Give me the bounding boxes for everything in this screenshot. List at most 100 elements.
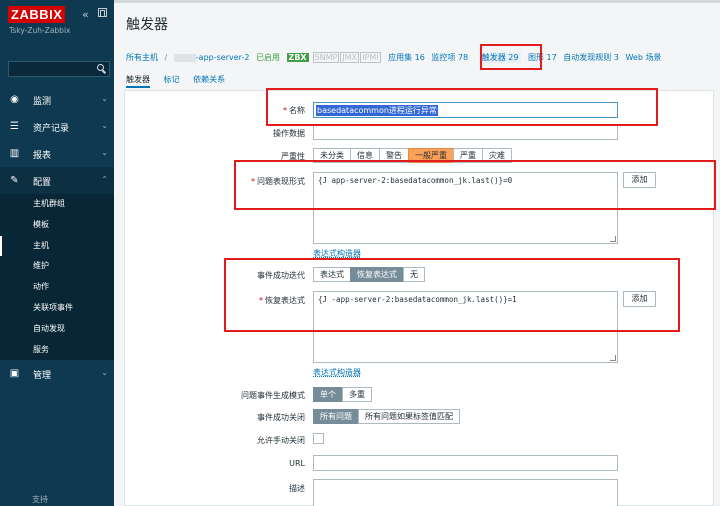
severity-warning[interactable]: 警告 — [379, 148, 409, 163]
sidebar-search-input[interactable] — [8, 61, 110, 77]
ok-event-generation-selector: 表达式 恢复表达式 无 — [313, 267, 425, 282]
tab-tags[interactable]: 标记 — [164, 75, 180, 84]
submenu-hosts[interactable]: 主机 — [0, 235, 114, 257]
severity-high[interactable]: 严重 — [453, 148, 483, 163]
trigger-form: * 名称 basedatacommon进程运行异常 操作数据 严重性 未分类 信息… — [124, 90, 714, 506]
redacted-host-prefix — [173, 53, 196, 62]
chevron-down-icon: ⌄ — [101, 94, 108, 103]
breadcrumb-all-hosts[interactable]: 所有主机 — [126, 53, 158, 62]
description-textarea[interactable] — [313, 479, 618, 506]
brand-row: ZABBIX « Tsky-Zuh-Zabbix — [0, 0, 114, 40]
eye-icon: ◉ — [10, 94, 19, 105]
ok-close-all-problems[interactable]: 所有问题 — [313, 409, 359, 424]
severity-label: 严重性 — [281, 152, 305, 161]
problem-expression-textarea[interactable]: {J app-server-2:basedatacommon_jk.last()… — [313, 172, 618, 244]
manual-close-checkbox[interactable] — [313, 433, 324, 444]
ok-event-expression[interactable]: 表达式 — [313, 267, 351, 282]
submenu-host-groups[interactable]: 主机群组 — [0, 194, 114, 215]
tab-triggers[interactable]: 触发器 29 — [478, 52, 522, 63]
menu-label: 资产记录 — [33, 124, 70, 134]
menu-administration[interactable]: ▣ 管理 ⌄ — [0, 360, 114, 387]
description-label: 描述 — [289, 484, 305, 493]
zabbix-logo[interactable]: ZABBIX — [8, 6, 66, 23]
manual-close-label: 允许手动关闭 — [257, 436, 305, 445]
url-label: URL — [289, 459, 305, 468]
severity-average[interactable]: 一般严重 — [408, 148, 454, 163]
severity-not-classified[interactable]: 未分类 — [313, 148, 351, 163]
tab-applications[interactable]: 应用集 16 — [388, 53, 425, 62]
chevron-down-icon: ⌄ — [101, 148, 108, 157]
problem-expression-label: * 问题表现形式 — [251, 177, 305, 186]
submenu-discovery[interactable]: 自动发现 — [0, 319, 114, 340]
add-recovery-expression-button[interactable]: 添加 — [623, 291, 656, 307]
search-icon[interactable] — [97, 64, 106, 73]
list-icon: ☰ — [10, 121, 19, 132]
problem-expression-text: {J app-server-2:basedatacommon_jk.last()… — [318, 176, 513, 185]
tab-dependencies[interactable]: 依赖关系 — [193, 75, 225, 84]
server-name: Tsky-Zuh-Zabbix — [9, 26, 71, 35]
expression-constructor-link[interactable]: 表达式构造器 — [313, 248, 361, 259]
snmp-availability-badge: SNMP — [312, 52, 340, 63]
breadcrumb-separator: / — [164, 53, 168, 62]
menu-label: 管理 — [33, 371, 52, 382]
severity-disaster[interactable]: 灾难 — [482, 148, 512, 163]
main-content: 触发器 所有主机 / -app-server-2 已启用 ZBX SNMP JMX I… — [114, 0, 720, 506]
main-menu: ◉ 监测 ⌄ ☰ 资产记录 ⌄ ▥ 报表 ⌄ ✎ 配置 ⌃ 主机群组 模板 主机… — [0, 86, 114, 387]
opdata-input[interactable] — [313, 124, 618, 140]
top-strip — [114, 0, 720, 3]
add-problem-expression-button[interactable]: 添加 — [623, 172, 656, 188]
opdata-label: 操作数据 — [273, 129, 305, 138]
menu-label: 配置 — [33, 178, 52, 188]
tab-graphs[interactable]: 图形 17 — [528, 53, 557, 62]
ipmi-availability-badge: IPMI — [360, 52, 381, 63]
zbx-availability-badge: ZBX — [286, 53, 309, 62]
jmx-availability-badge: JMX — [340, 52, 360, 63]
tab-trigger[interactable]: 触发器 — [126, 75, 150, 88]
tab-web-scenarios[interactable]: Web 场景 — [625, 53, 661, 62]
severity-information[interactable]: 信息 — [350, 148, 380, 163]
form-tabs: 触发器 标记 依赖关系 — [126, 74, 236, 88]
problem-generation-mode-label: 问题事件生成模式 — [241, 391, 305, 400]
host-status[interactable]: 已启用 — [256, 53, 280, 62]
menu-inventory[interactable]: ☰ 资产记录 ⌄ — [0, 113, 114, 140]
page-title: 触发器 — [126, 17, 168, 33]
recovery-expression-constructor-link[interactable]: 表达式构造器 — [313, 367, 361, 378]
submenu-actions[interactable]: 动作 — [0, 277, 114, 298]
submenu-maintenance[interactable]: 维护 — [0, 256, 114, 277]
required-mark: * — [283, 106, 287, 115]
url-input[interactable] — [313, 455, 618, 471]
sidebar: ZABBIX « Tsky-Zuh-Zabbix ◉ 监测 ⌄ ☰ 资产记录 ⌄… — [0, 0, 114, 506]
collapse-sidebar-icon[interactable]: « — [82, 8, 89, 21]
tab-items[interactable]: 监控项 78 — [431, 53, 468, 62]
chevron-up-icon: ⌃ — [101, 175, 108, 184]
tab-discovery-rules[interactable]: 自动发现规则 3 — [563, 53, 619, 62]
submenu-templates[interactable]: 模板 — [0, 215, 114, 236]
ok-event-recovery-expression[interactable]: 恢复表达式 — [350, 267, 404, 282]
host-navigation: 所有主机 / -app-server-2 已启用 ZBX SNMP JMX IPMI … — [126, 52, 665, 64]
submenu-services[interactable]: 服务 — [0, 340, 114, 361]
required-mark: * — [251, 177, 255, 186]
breadcrumb-host[interactable]: -app-server-2 — [196, 53, 250, 62]
problem-generation-single[interactable]: 单个 — [313, 387, 343, 402]
resize-grip-icon[interactable] — [610, 355, 616, 361]
ok-close-tag-match[interactable]: 所有问题如果标签值匹配 — [358, 409, 460, 424]
support-link[interactable]: 支持 — [6, 494, 48, 505]
problem-generation-multiple[interactable]: 多重 — [342, 387, 372, 402]
menu-configuration[interactable]: ✎ 配置 ⌃ — [0, 167, 114, 194]
recovery-expression-label: * 恢复表达式 — [259, 296, 305, 305]
ok-event-closes-selector: 所有问题 所有问题如果标签值匹配 — [313, 409, 460, 424]
menu-label: 报表 — [33, 151, 52, 161]
kiosk-mode-icon[interactable] — [98, 8, 107, 17]
recovery-expression-text: {J -app-server-2:basedatacommon_jk.last(… — [318, 295, 517, 304]
severity-selector: 未分类 信息 警告 一般严重 严重 灾难 — [313, 148, 512, 163]
recovery-expression-textarea[interactable]: {J -app-server-2:basedatacommon_jk.last(… — [313, 291, 618, 363]
required-mark: * — [259, 296, 263, 305]
ok-event-generation-label: 事件成功迭代 — [257, 271, 305, 280]
submenu-event-correlation[interactable]: 关联项事件 — [0, 298, 114, 319]
resize-grip-icon[interactable] — [610, 236, 616, 242]
menu-monitoring[interactable]: ◉ 监测 ⌄ — [0, 86, 114, 113]
chevron-down-icon: ⌄ — [101, 121, 108, 130]
menu-reports[interactable]: ▥ 报表 ⌄ — [0, 140, 114, 167]
ok-event-none[interactable]: 无 — [403, 267, 425, 282]
config-submenu: 主机群组 模板 主机 维护 动作 关联项事件 自动发现 服务 — [0, 194, 114, 361]
